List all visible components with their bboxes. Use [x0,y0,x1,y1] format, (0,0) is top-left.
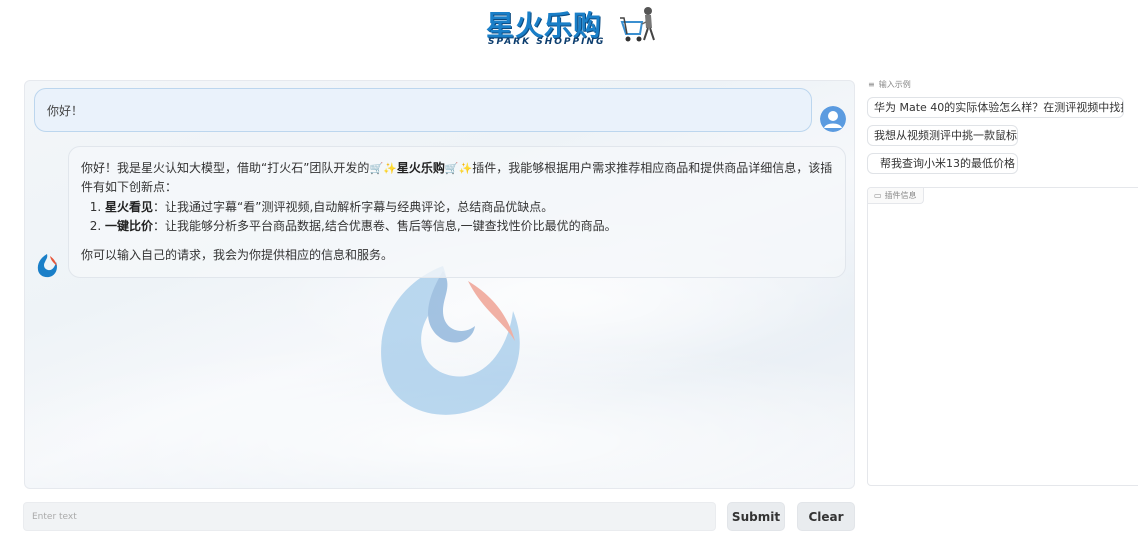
clear-button[interactable]: Clear [797,502,855,531]
example-item[interactable]: 华为 Mate 40的实际体验怎么样？在测评视频中找找看 [867,97,1124,118]
logo-subtitle: SPARK SHOPPING [488,37,606,47]
bot-message-bubble: 你好！我是星火认知大模型，借助“打火石”团队开发的🛒✨星火乐购🛒✨插件，我能够根… [68,146,846,278]
list-item: 星火看见：让我通过字幕“看”测评视频,自动解析字幕与经典评论，总结商品优缺点。 [105,198,833,217]
example-item[interactable]: 帮我查询小米13的最低价格 [867,153,1018,174]
examples-label: ≡ 输入示例 [868,80,911,89]
feature-list: 星火看见：让我通过字幕“看”测评视频,自动解析字幕与经典评论，总结商品优缺点。 … [105,198,833,236]
shopping-cart-logo-icon [620,7,655,42]
bot-intro-text: 你好！我是星火认知大模型，借助“打火石”团队开发的🛒✨星火乐购🛒✨插件，我能够根… [81,161,833,194]
bot-closing-text: 你可以输入自己的请求，我会为你提供相应的信息和服务。 [81,248,394,262]
submit-button[interactable]: Submit [727,502,785,531]
app-logo: 星火乐购 SPARK SHOPPING [484,4,664,52]
message-input[interactable]: Enter text [23,502,716,531]
example-item[interactable]: 我想从视频测评中挑一款鼠标 [867,125,1018,146]
chat-icon: ▭ [874,191,882,200]
plugin-name: 星火乐购 [396,161,445,175]
cart-icon: 🛒 [369,162,384,175]
chat-panel[interactable]: 你好！ 你好！我是星火认知大模型，借助“打火石”团队开发的🛒✨星火乐购🛒✨插件，… [24,80,855,489]
cart-icon: 🛒 [444,162,459,175]
user-message-bubble: 你好！ [34,88,812,132]
sparkle-icon: ✨ [458,162,473,175]
list-icon: ≡ [868,80,875,89]
plugin-info-label: ▭ 插件信息 [868,188,924,204]
bot-avatar-icon [37,254,57,278]
list-item: 一键比价：让我能够分析多平台商品数据,结合优惠卷、售后等信息,一键查找性价比最优… [105,217,833,236]
plugin-info-panel: ▭ 插件信息 [867,187,1138,486]
sparkle-icon: ✨ [383,162,397,175]
user-avatar-icon [820,106,846,132]
